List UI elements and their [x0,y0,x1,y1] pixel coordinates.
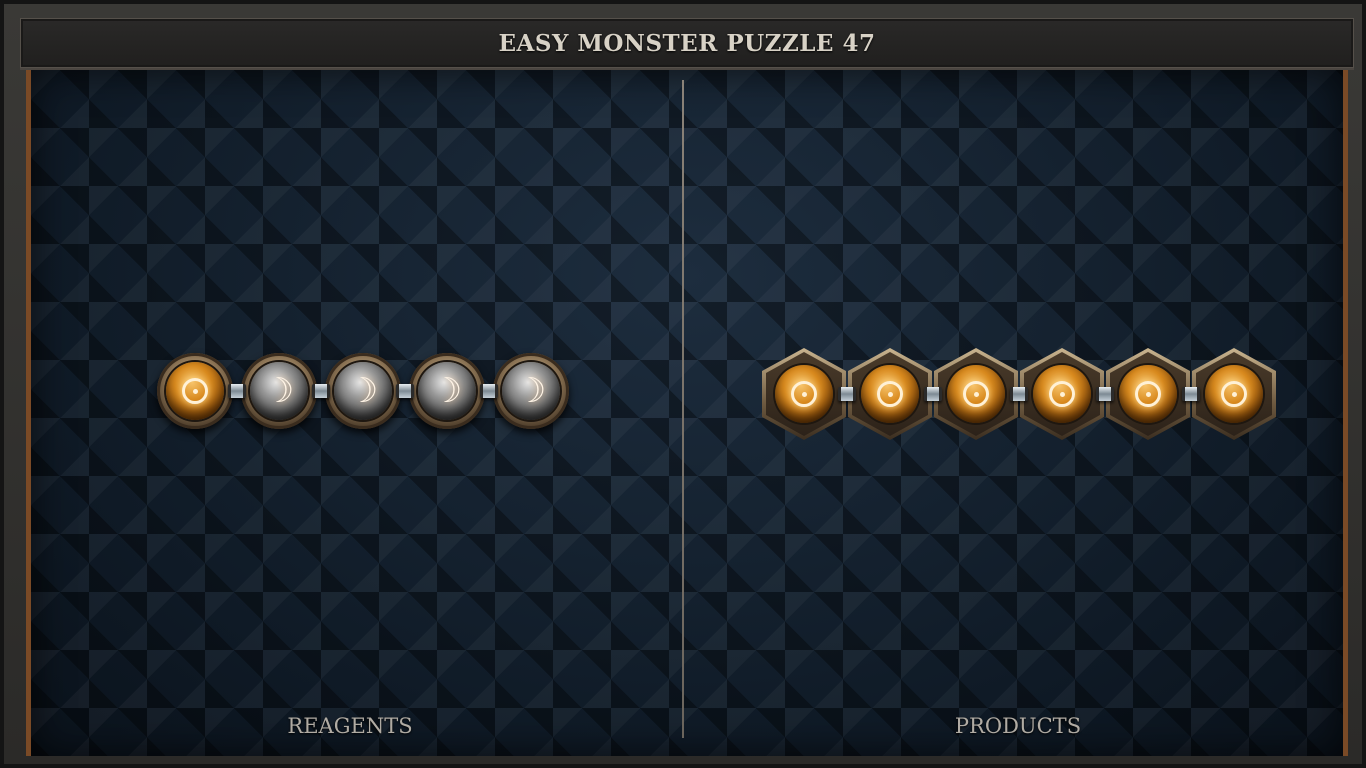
puzzle-title: EASY MONSTER PUZZLE 47 [498,29,876,57]
reagents-label: REAGENTS [287,714,413,738]
sun-center-dot [1231,391,1237,397]
sun-glyph-icon [1135,381,1161,407]
moon-glyph-icon: ☽ [515,371,547,411]
bond-bar [312,384,330,398]
sun-glyph-icon [182,378,208,404]
bond-link [1182,383,1200,405]
title-bar: EASY MONSTER PUZZLE 47 [20,18,1354,68]
sun-orb-icon [775,365,833,423]
moon-orb-icon: ☽ [502,362,560,420]
sun-orb-icon [861,365,919,423]
products-label: PRODUCTS [954,714,1082,738]
bond-link [480,380,498,402]
sun-orb-icon [1033,365,1091,423]
bond-link [396,380,414,402]
bond-link [1096,383,1114,405]
moon-glyph-icon: ☽ [347,371,379,411]
bond-bar [1182,387,1200,401]
moon-glyph-icon: ☽ [263,371,295,411]
bond-link [838,383,856,405]
sun-glyph-icon [963,381,989,407]
sun-center-dot [1059,391,1065,397]
reagents-molecule[interactable]: ☽ ☽ ☽ ☽ [156,352,570,430]
sun-orb-icon [1119,365,1177,423]
sun-orb-icon [947,365,1005,423]
sun-center-dot [887,391,893,397]
bond-bar [1096,387,1114,401]
bond-link [924,383,942,405]
moon-orb-icon: ☽ [250,362,308,420]
sun-glyph-icon [1049,381,1075,407]
atom-slot[interactable]: ☽ [240,352,318,430]
panel-divider [682,80,684,738]
bond-bar [838,387,856,401]
sun-center-dot [192,388,198,394]
bond-link [228,380,246,402]
bond-bar [228,384,246,398]
atom-slot[interactable] [934,348,1018,440]
products-molecule[interactable] [762,348,1276,440]
bond-bar [480,384,498,398]
bond-bar [396,384,414,398]
atom-slot[interactable] [1106,348,1190,440]
sun-orb-icon [166,362,224,420]
sun-glyph-icon [877,381,903,407]
atom-slot[interactable]: ☽ [492,352,570,430]
atom-slot[interactable] [1020,348,1104,440]
bond-bar [1010,387,1028,401]
moon-orb-icon: ☽ [334,362,392,420]
sun-glyph-icon [791,381,817,407]
atom-slot[interactable] [762,348,846,440]
atom-slot[interactable]: ☽ [324,352,402,430]
moon-orb-icon: ☽ [418,362,476,420]
atom-slot[interactable]: ☽ [408,352,486,430]
sun-center-dot [973,391,979,397]
bond-bar [924,387,942,401]
atom-slot[interactable] [156,352,234,430]
bond-link [312,380,330,402]
sun-center-dot [801,391,807,397]
sun-center-dot [1145,391,1151,397]
sun-orb-icon [1205,365,1263,423]
atom-slot[interactable] [1192,348,1276,440]
moon-glyph-icon: ☽ [431,371,463,411]
atom-slot[interactable] [848,348,932,440]
sun-glyph-icon [1221,381,1247,407]
bond-link [1010,383,1028,405]
